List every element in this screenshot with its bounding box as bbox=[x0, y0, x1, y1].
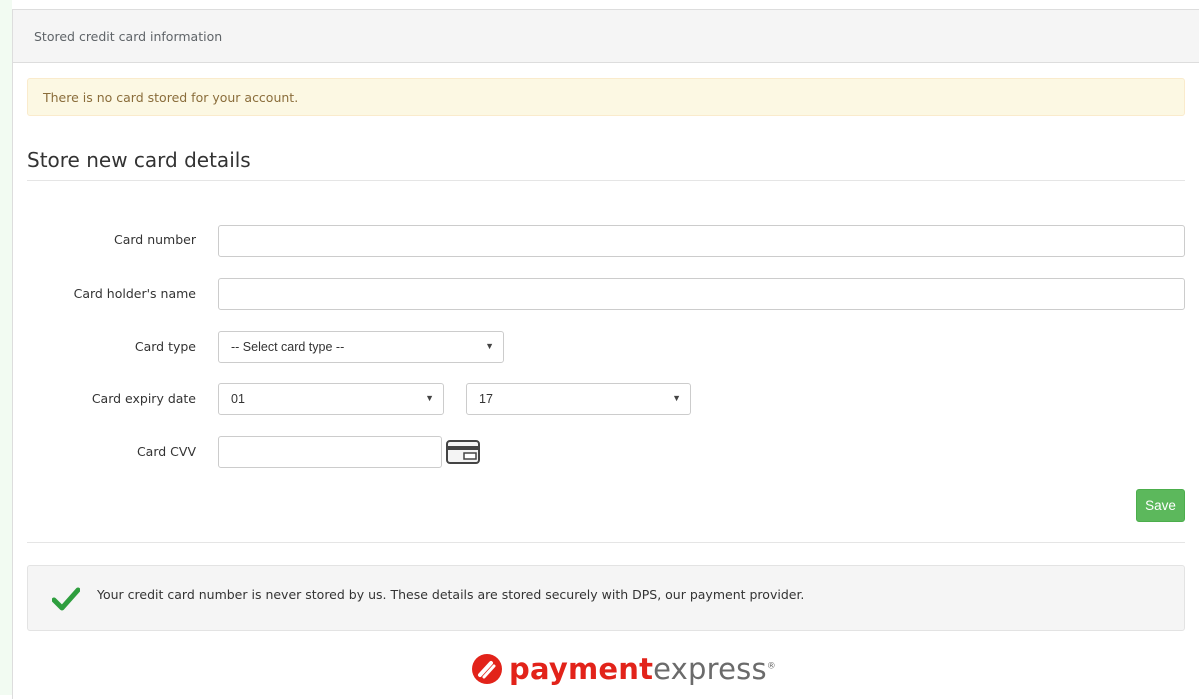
payment-express-mark-icon bbox=[472, 654, 502, 684]
security-info-text: Your credit card number is never stored … bbox=[97, 587, 805, 602]
logo-word-express: express bbox=[653, 652, 767, 686]
cvv-label: Card CVV bbox=[136, 444, 196, 459]
expiry-month-value: 01 bbox=[231, 392, 245, 406]
payment-express-logo: paymentexpress® bbox=[471, 644, 776, 694]
checkmark-icon bbox=[52, 587, 80, 611]
panel-heading: Stored credit card information bbox=[13, 10, 1199, 63]
security-info-box: Your credit card number is never stored … bbox=[27, 565, 1185, 631]
chevron-down-icon: ▼ bbox=[485, 341, 494, 351]
divider bbox=[27, 542, 1185, 543]
card-type-select[interactable]: -- Select card type -- ▼ bbox=[218, 331, 504, 363]
card-holder-label: Card holder's name bbox=[73, 286, 196, 301]
panel-heading-text: Stored credit card information bbox=[34, 28, 223, 44]
card-number-input[interactable] bbox=[218, 225, 1185, 257]
card-number-label: Card number bbox=[113, 232, 196, 247]
save-button[interactable]: Save bbox=[1136, 489, 1185, 522]
card-type-label: Card type bbox=[134, 339, 196, 354]
divider bbox=[27, 180, 1185, 181]
logo-wordmark: paymentexpress® bbox=[509, 652, 776, 686]
expiry-year-value: 17 bbox=[479, 392, 493, 406]
expiry-label: Card expiry date bbox=[91, 391, 196, 406]
chevron-down-icon: ▼ bbox=[425, 393, 434, 403]
no-card-alert-text: There is no card stored for your account… bbox=[43, 89, 299, 105]
no-card-alert: There is no card stored for your account… bbox=[27, 78, 1185, 116]
cvv-input[interactable] bbox=[218, 436, 442, 468]
section-title: Store new card details bbox=[27, 148, 251, 172]
credit-card-icon bbox=[446, 440, 480, 464]
logo-word-payment: payment bbox=[509, 652, 654, 686]
stored-card-panel: Stored credit card information There is … bbox=[12, 9, 1199, 699]
save-button-label: Save bbox=[1145, 498, 1176, 513]
expiry-year-select[interactable]: 17 ▼ bbox=[466, 383, 691, 415]
card-type-selected-value: -- Select card type -- bbox=[231, 340, 345, 354]
expiry-month-select[interactable]: 01 ▼ bbox=[218, 383, 444, 415]
card-holder-input[interactable] bbox=[218, 278, 1185, 310]
chevron-down-icon: ▼ bbox=[672, 393, 681, 403]
logo-registered-mark: ® bbox=[766, 661, 776, 672]
page-background-edge bbox=[0, 0, 12, 695]
